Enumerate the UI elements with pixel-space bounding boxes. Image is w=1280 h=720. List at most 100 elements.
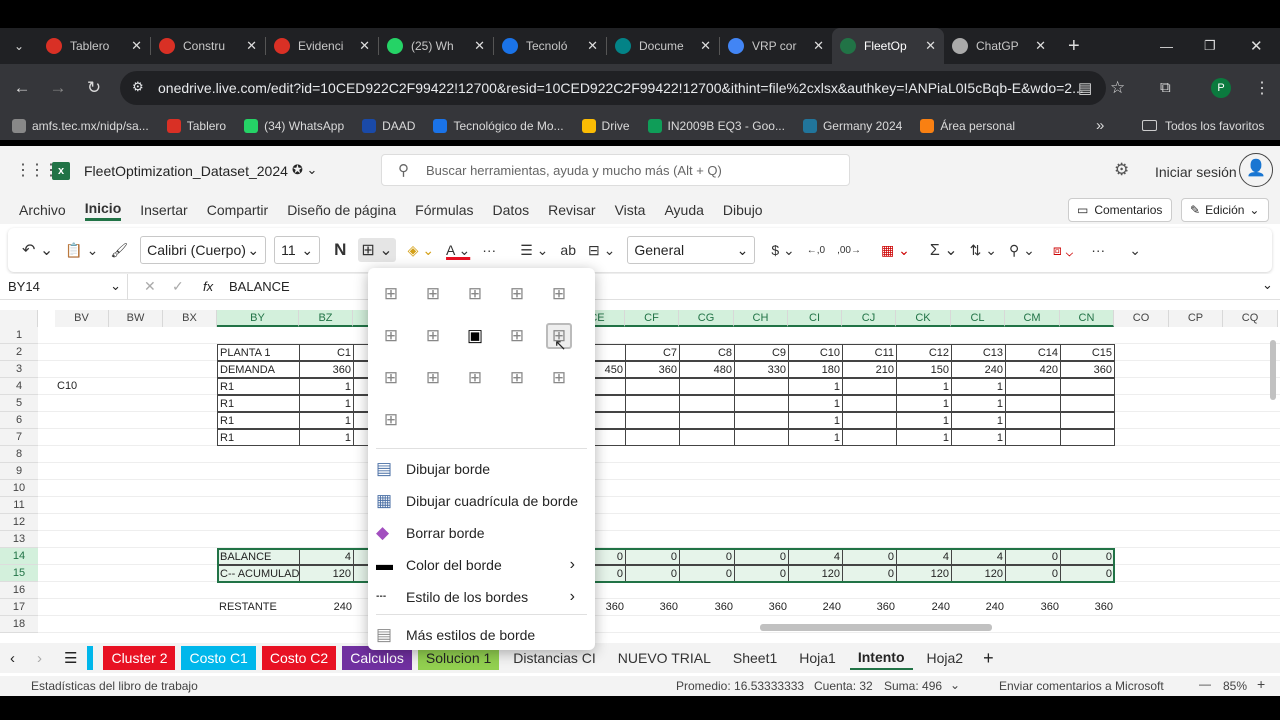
sheet-tab[interactable]: Sheet1: [725, 646, 785, 670]
row-header[interactable]: 17: [0, 599, 38, 616]
sheet-tab[interactable]: Costo C1: [181, 646, 256, 670]
table-cell[interactable]: 1: [951, 378, 1006, 395]
zoom-out-icon[interactable]: —: [1199, 677, 1211, 691]
browser-tab[interactable]: VRP cor ✕: [720, 28, 832, 64]
table-cell[interactable]: 1: [788, 378, 843, 395]
column-header[interactable]: BX: [163, 310, 217, 327]
table-cell[interactable]: 1: [788, 429, 843, 446]
browser-tab[interactable]: FleetOp ✕: [832, 28, 944, 64]
sheet-tab[interactable]: Cluster 2: [103, 646, 176, 670]
sign-in-link[interactable]: Iniciar sesión: [1155, 164, 1237, 180]
table-cell[interactable]: 360: [1060, 361, 1115, 378]
expand-formula-icon[interactable]: ⌄: [1262, 277, 1273, 293]
column-header[interactable]: CN: [1060, 310, 1114, 327]
table-cell[interactable]: 4: [788, 548, 843, 565]
border-option-icon[interactable]: ⊞: [420, 281, 446, 307]
row-header[interactable]: 8: [0, 446, 38, 463]
search-box[interactable]: ⚲ Buscar herramientas, ayuda y mucho más…: [381, 154, 850, 186]
border-option-icon[interactable]: ⊞: [420, 323, 446, 349]
table-cell[interactable]: 0: [679, 548, 735, 565]
table-cell[interactable]: 120: [788, 565, 843, 582]
table-cell[interactable]: 360: [679, 599, 735, 616]
row-header[interactable]: 9: [0, 463, 38, 480]
table-cell[interactable]: 1: [896, 395, 952, 412]
maximize-icon[interactable]: ❐: [1204, 38, 1216, 54]
table-cell[interactable]: 420: [1005, 361, 1061, 378]
bookmark-item[interactable]: Drive: [581, 118, 630, 133]
sheet-tab[interactable]: Costo C2: [261, 646, 337, 670]
table-cell[interactable]: 240: [896, 599, 952, 616]
font-size-select[interactable]: 11 ⌄: [274, 236, 321, 264]
settings-gear-icon[interactable]: ⚙: [1114, 160, 1129, 180]
decrease-decimal-icon[interactable]: ,00→: [837, 245, 861, 256]
back-icon[interactable]: ←: [4, 78, 40, 98]
table-cell[interactable]: C8: [679, 344, 735, 361]
table-cell[interactable]: R1: [217, 429, 300, 446]
bookmark-item[interactable]: amfs.tec.mx/nidp/sa...: [12, 118, 149, 133]
table-cell[interactable]: 1: [896, 429, 952, 446]
select-all-corner[interactable]: [0, 310, 38, 327]
extensions-icon[interactable]: ⧉: [1160, 79, 1171, 96]
table-cell[interactable]: RESTANTE: [217, 599, 300, 616]
row-header[interactable]: 11: [0, 497, 38, 514]
ribbon-tab[interactable]: Inicio: [84, 200, 122, 221]
border-option-icon[interactable]: ⊞: [420, 365, 446, 391]
app-launcher-icon[interactable]: ⋮⋮⋮: [15, 160, 59, 180]
table-cell[interactable]: [1060, 378, 1115, 395]
row-header[interactable]: 1: [0, 327, 38, 344]
border-option-icon[interactable]: ⊞: [504, 281, 530, 307]
column-header[interactable]: CF: [625, 310, 679, 327]
browser-tab[interactable]: Docume ✕: [607, 28, 719, 64]
browser-tab[interactable]: ChatGP ✕: [944, 28, 1054, 64]
table-cell[interactable]: C11: [842, 344, 897, 361]
browser-tab[interactable]: (25) Wh ✕: [379, 28, 493, 64]
table-cell[interactable]: [842, 395, 897, 412]
table-cell[interactable]: 0: [1005, 548, 1061, 565]
table-cell[interactable]: R1: [217, 378, 300, 395]
ribbon-tab[interactable]: Dibujo: [723, 202, 763, 218]
font-family-select[interactable]: Calibri (Cuerpo) ⌄: [140, 236, 267, 264]
row-header[interactable]: 10: [0, 480, 38, 497]
site-info-icon[interactable]: ⚙: [132, 79, 144, 95]
border-option-icon[interactable]: ⊞: [504, 323, 530, 349]
tab-search-icon[interactable]: ⌄: [0, 39, 38, 53]
more-ribbon-icon[interactable]: ···: [1091, 242, 1105, 258]
sheet-tab[interactable]: Hoja2: [919, 646, 972, 670]
prev-sheet-icon[interactable]: ‹: [10, 650, 15, 667]
table-cell[interactable]: 0: [1005, 565, 1061, 582]
table-cell[interactable]: C12: [896, 344, 952, 361]
table-cell[interactable]: 0: [1060, 548, 1115, 565]
sort-filter-icon[interactable]: ⇅ ⌄: [970, 242, 997, 259]
table-cell[interactable]: C1: [299, 344, 354, 361]
table-cell[interactable]: [1005, 429, 1061, 446]
column-header[interactable]: BV: [55, 310, 109, 327]
table-cell[interactable]: 1: [896, 412, 952, 429]
cell-bv4[interactable]: C10: [57, 380, 77, 392]
table-cell[interactable]: [625, 429, 680, 446]
row-header[interactable]: 3: [0, 361, 38, 378]
comments-button[interactable]: ▭ Comentarios: [1068, 198, 1172, 222]
table-cell[interactable]: 1: [299, 412, 354, 429]
row-header[interactable]: 13: [0, 531, 38, 548]
reload-icon[interactable]: ↻: [76, 78, 112, 98]
zoom-in-icon[interactable]: +: [1257, 676, 1265, 692]
row-header[interactable]: 15: [0, 565, 38, 582]
table-cell[interactable]: C9: [734, 344, 789, 361]
table-cell[interactable]: [1060, 429, 1115, 446]
autosum-icon[interactable]: Σ ⌄: [930, 240, 958, 260]
table-cell[interactable]: 360: [1005, 599, 1061, 616]
table-cell[interactable]: [734, 378, 789, 395]
profile-avatar[interactable]: P: [1211, 78, 1231, 98]
increase-decimal-icon[interactable]: ←,0: [807, 245, 825, 256]
table-cell[interactable]: [625, 412, 680, 429]
user-avatar-icon[interactable]: 👤: [1239, 153, 1273, 187]
table-cell[interactable]: C-- ACUMULAD: [217, 565, 300, 582]
add-sheet-icon[interactable]: +: [983, 648, 994, 669]
table-cell[interactable]: 0: [679, 565, 735, 582]
ribbon-tab[interactable]: Compartir: [207, 202, 268, 218]
conditional-format-icon[interactable]: ▦ ⌄: [881, 242, 910, 259]
new-tab-button[interactable]: +: [1068, 35, 1080, 58]
table-cell[interactable]: 1: [951, 412, 1006, 429]
browser-tab[interactable]: Evidenci ✕: [266, 28, 378, 64]
row-header[interactable]: 7: [0, 429, 38, 446]
